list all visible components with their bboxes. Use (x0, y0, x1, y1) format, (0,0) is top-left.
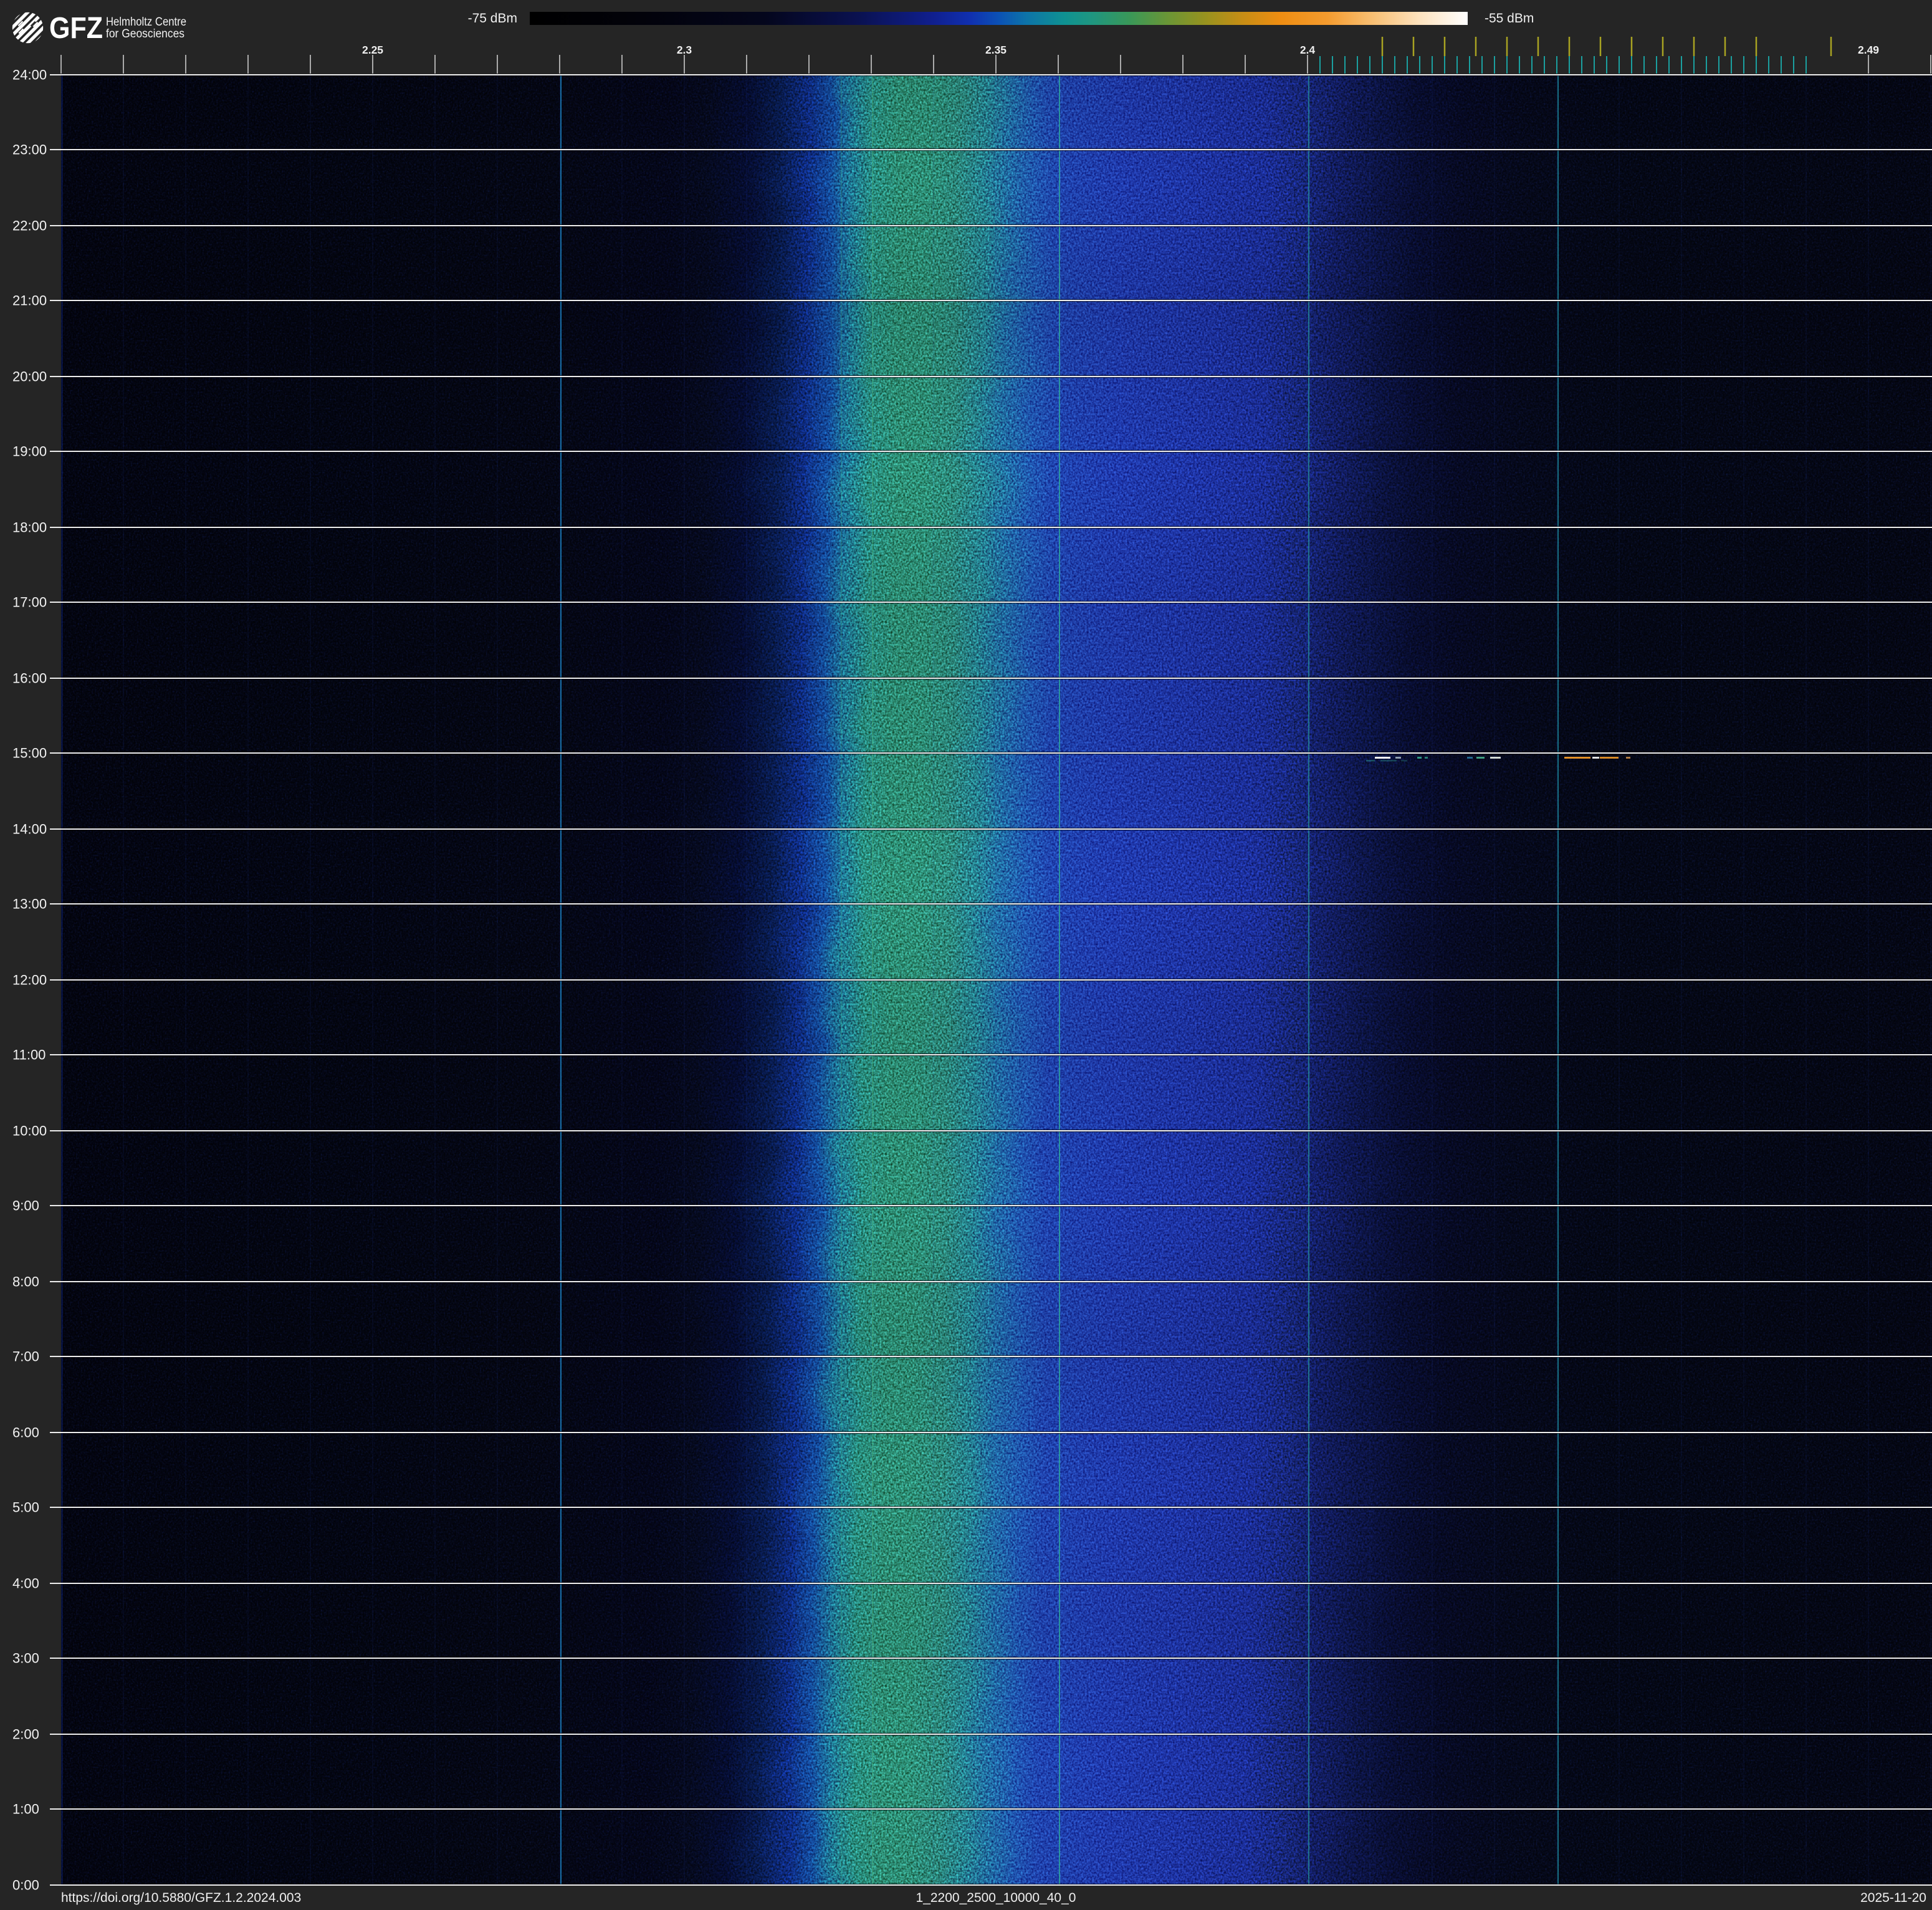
svg-text:7:00: 7:00 (12, 1349, 39, 1365)
svg-text:3:00: 3:00 (12, 1651, 39, 1666)
svg-text:2.25: 2.25 (362, 44, 383, 56)
svg-text:24:00: 24:00 (12, 67, 47, 83)
svg-text:21:00: 21:00 (12, 293, 47, 309)
svg-text:17:00: 17:00 (12, 595, 47, 610)
svg-text:2.49: 2.49 (1858, 44, 1879, 56)
svg-text:23:00: 23:00 (12, 142, 47, 158)
svg-text:20:00: 20:00 (12, 369, 47, 385)
svg-text:2025-11-20: 2025-11-20 (1860, 1891, 1926, 1905)
svg-text:GFZ: GFZ (49, 12, 103, 45)
svg-text:15:00: 15:00 (12, 746, 47, 761)
svg-text:19:00: 19:00 (12, 444, 47, 459)
svg-text:1:00: 1:00 (12, 1802, 39, 1817)
svg-text:1_2200_2500_10000_40_0: 1_2200_2500_10000_40_0 (916, 1891, 1076, 1905)
svg-text:10:00: 10:00 (12, 1123, 47, 1139)
svg-text:https://doi.org/10.5880/GFZ.1.: https://doi.org/10.5880/GFZ.1.2.2024.003 (61, 1891, 301, 1905)
svg-text:0:00: 0:00 (12, 1878, 39, 1893)
svg-text:2.3: 2.3 (677, 44, 692, 56)
svg-text:22:00: 22:00 (12, 218, 47, 234)
svg-text:4:00: 4:00 (12, 1576, 39, 1591)
svg-text:12:00: 12:00 (12, 972, 47, 988)
svg-text:9:00: 9:00 (12, 1198, 39, 1214)
svg-text:14:00: 14:00 (12, 822, 47, 837)
svg-text:5:00: 5:00 (12, 1500, 39, 1515)
svg-text:18:00: 18:00 (12, 520, 47, 535)
svg-text:2.35: 2.35 (985, 44, 1007, 56)
svg-text:for Geosciences: for Geosciences (106, 27, 184, 41)
svg-text:8:00: 8:00 (12, 1274, 39, 1290)
svg-text:16:00: 16:00 (12, 671, 47, 686)
svg-text:2.4: 2.4 (1300, 44, 1316, 56)
svg-text:-75 dBm: -75 dBm (468, 11, 517, 26)
svg-text:13:00: 13:00 (12, 896, 47, 912)
svg-text:2:00: 2:00 (12, 1727, 39, 1742)
svg-text:6:00: 6:00 (12, 1425, 39, 1441)
svg-text:-55 dBm: -55 dBm (1485, 11, 1534, 26)
svg-text:11:00: 11:00 (12, 1047, 45, 1063)
